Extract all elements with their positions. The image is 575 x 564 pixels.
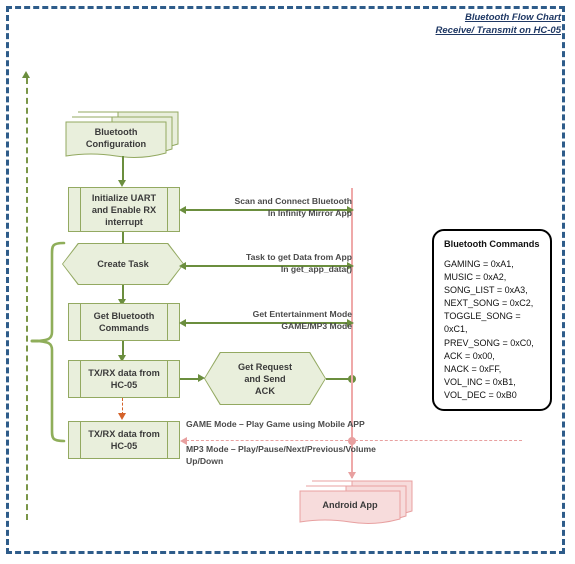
node-label: Bluetooth Configuration bbox=[85, 127, 147, 149]
node-label: TX/RX data from HC-05 bbox=[88, 368, 160, 390]
task-group-brace bbox=[30, 240, 66, 443]
label-entertainment-mode: Get Entertainment Mode GAME/MP3 Mode bbox=[252, 309, 352, 331]
page-title: Bluetooth Flow Chart Receive/ Transmit o… bbox=[436, 11, 561, 37]
node-initialize-uart[interactable]: Initialize UART and Enable RX interrupt bbox=[68, 187, 180, 232]
feedback-loop-line bbox=[26, 78, 28, 520]
node-android-app[interactable]: Android App bbox=[296, 478, 418, 526]
bluetooth-commands-panel: Bluetooth Commands GAMING = 0xA1, MUSIC … bbox=[432, 229, 552, 411]
node-txrx-data-2[interactable]: TX/RX data from HC-05 bbox=[68, 421, 180, 459]
node-create-task[interactable]: Create Task bbox=[62, 243, 184, 285]
node-get-request-send-ack[interactable]: Get Request and Send ACK bbox=[204, 352, 326, 405]
android-app-lifeline bbox=[351, 188, 353, 478]
label-game-mode: GAME Mode – Play Game using Mobile APP bbox=[186, 419, 365, 429]
arrowhead-left-icon bbox=[179, 318, 186, 327]
commands-panel-heading: Bluetooth Commands bbox=[444, 239, 540, 249]
node-get-bluetooth-commands[interactable]: Get Bluetooth Commands bbox=[68, 303, 180, 341]
node-label: Android App bbox=[322, 500, 378, 510]
node-label: Get Request and Send ACK bbox=[237, 361, 293, 396]
arrowhead-left-icon bbox=[179, 205, 186, 214]
node-label: Initialize UART and Enable RX interrupt bbox=[91, 192, 157, 227]
label-task-get-data: Task to get Data from App In get_app_dat… bbox=[246, 252, 352, 274]
feedback-loop-arrowhead-icon bbox=[22, 71, 30, 78]
label-mp3-mode: MP3 Mode – Play/Pause/Next/Previous/Volu… bbox=[186, 444, 376, 466]
arrowhead-down-icon bbox=[118, 180, 126, 187]
node-label: Create Task bbox=[97, 259, 149, 269]
connector-config-to-uart bbox=[122, 156, 124, 182]
node-txrx-data-1[interactable]: TX/RX data from HC-05 bbox=[68, 360, 180, 398]
node-bluetooth-configuration[interactable]: Bluetooth Configuration bbox=[62, 108, 184, 160]
node-label: Get Bluetooth Commands bbox=[93, 311, 155, 333]
arrowhead-down-icon bbox=[118, 413, 126, 420]
commands-panel-body: GAMING = 0xA1, MUSIC = 0xA2, SONG_LIST =… bbox=[444, 259, 534, 400]
label-scan-connect: Scan and Connect Bluetooth In Infinity M… bbox=[234, 196, 352, 218]
node-label: TX/RX data from HC-05 bbox=[88, 429, 160, 451]
title-line-1: Bluetooth Flow Chart bbox=[464, 12, 561, 23]
title-line-2: Receive/ Transmit on HC-05 bbox=[435, 25, 561, 36]
